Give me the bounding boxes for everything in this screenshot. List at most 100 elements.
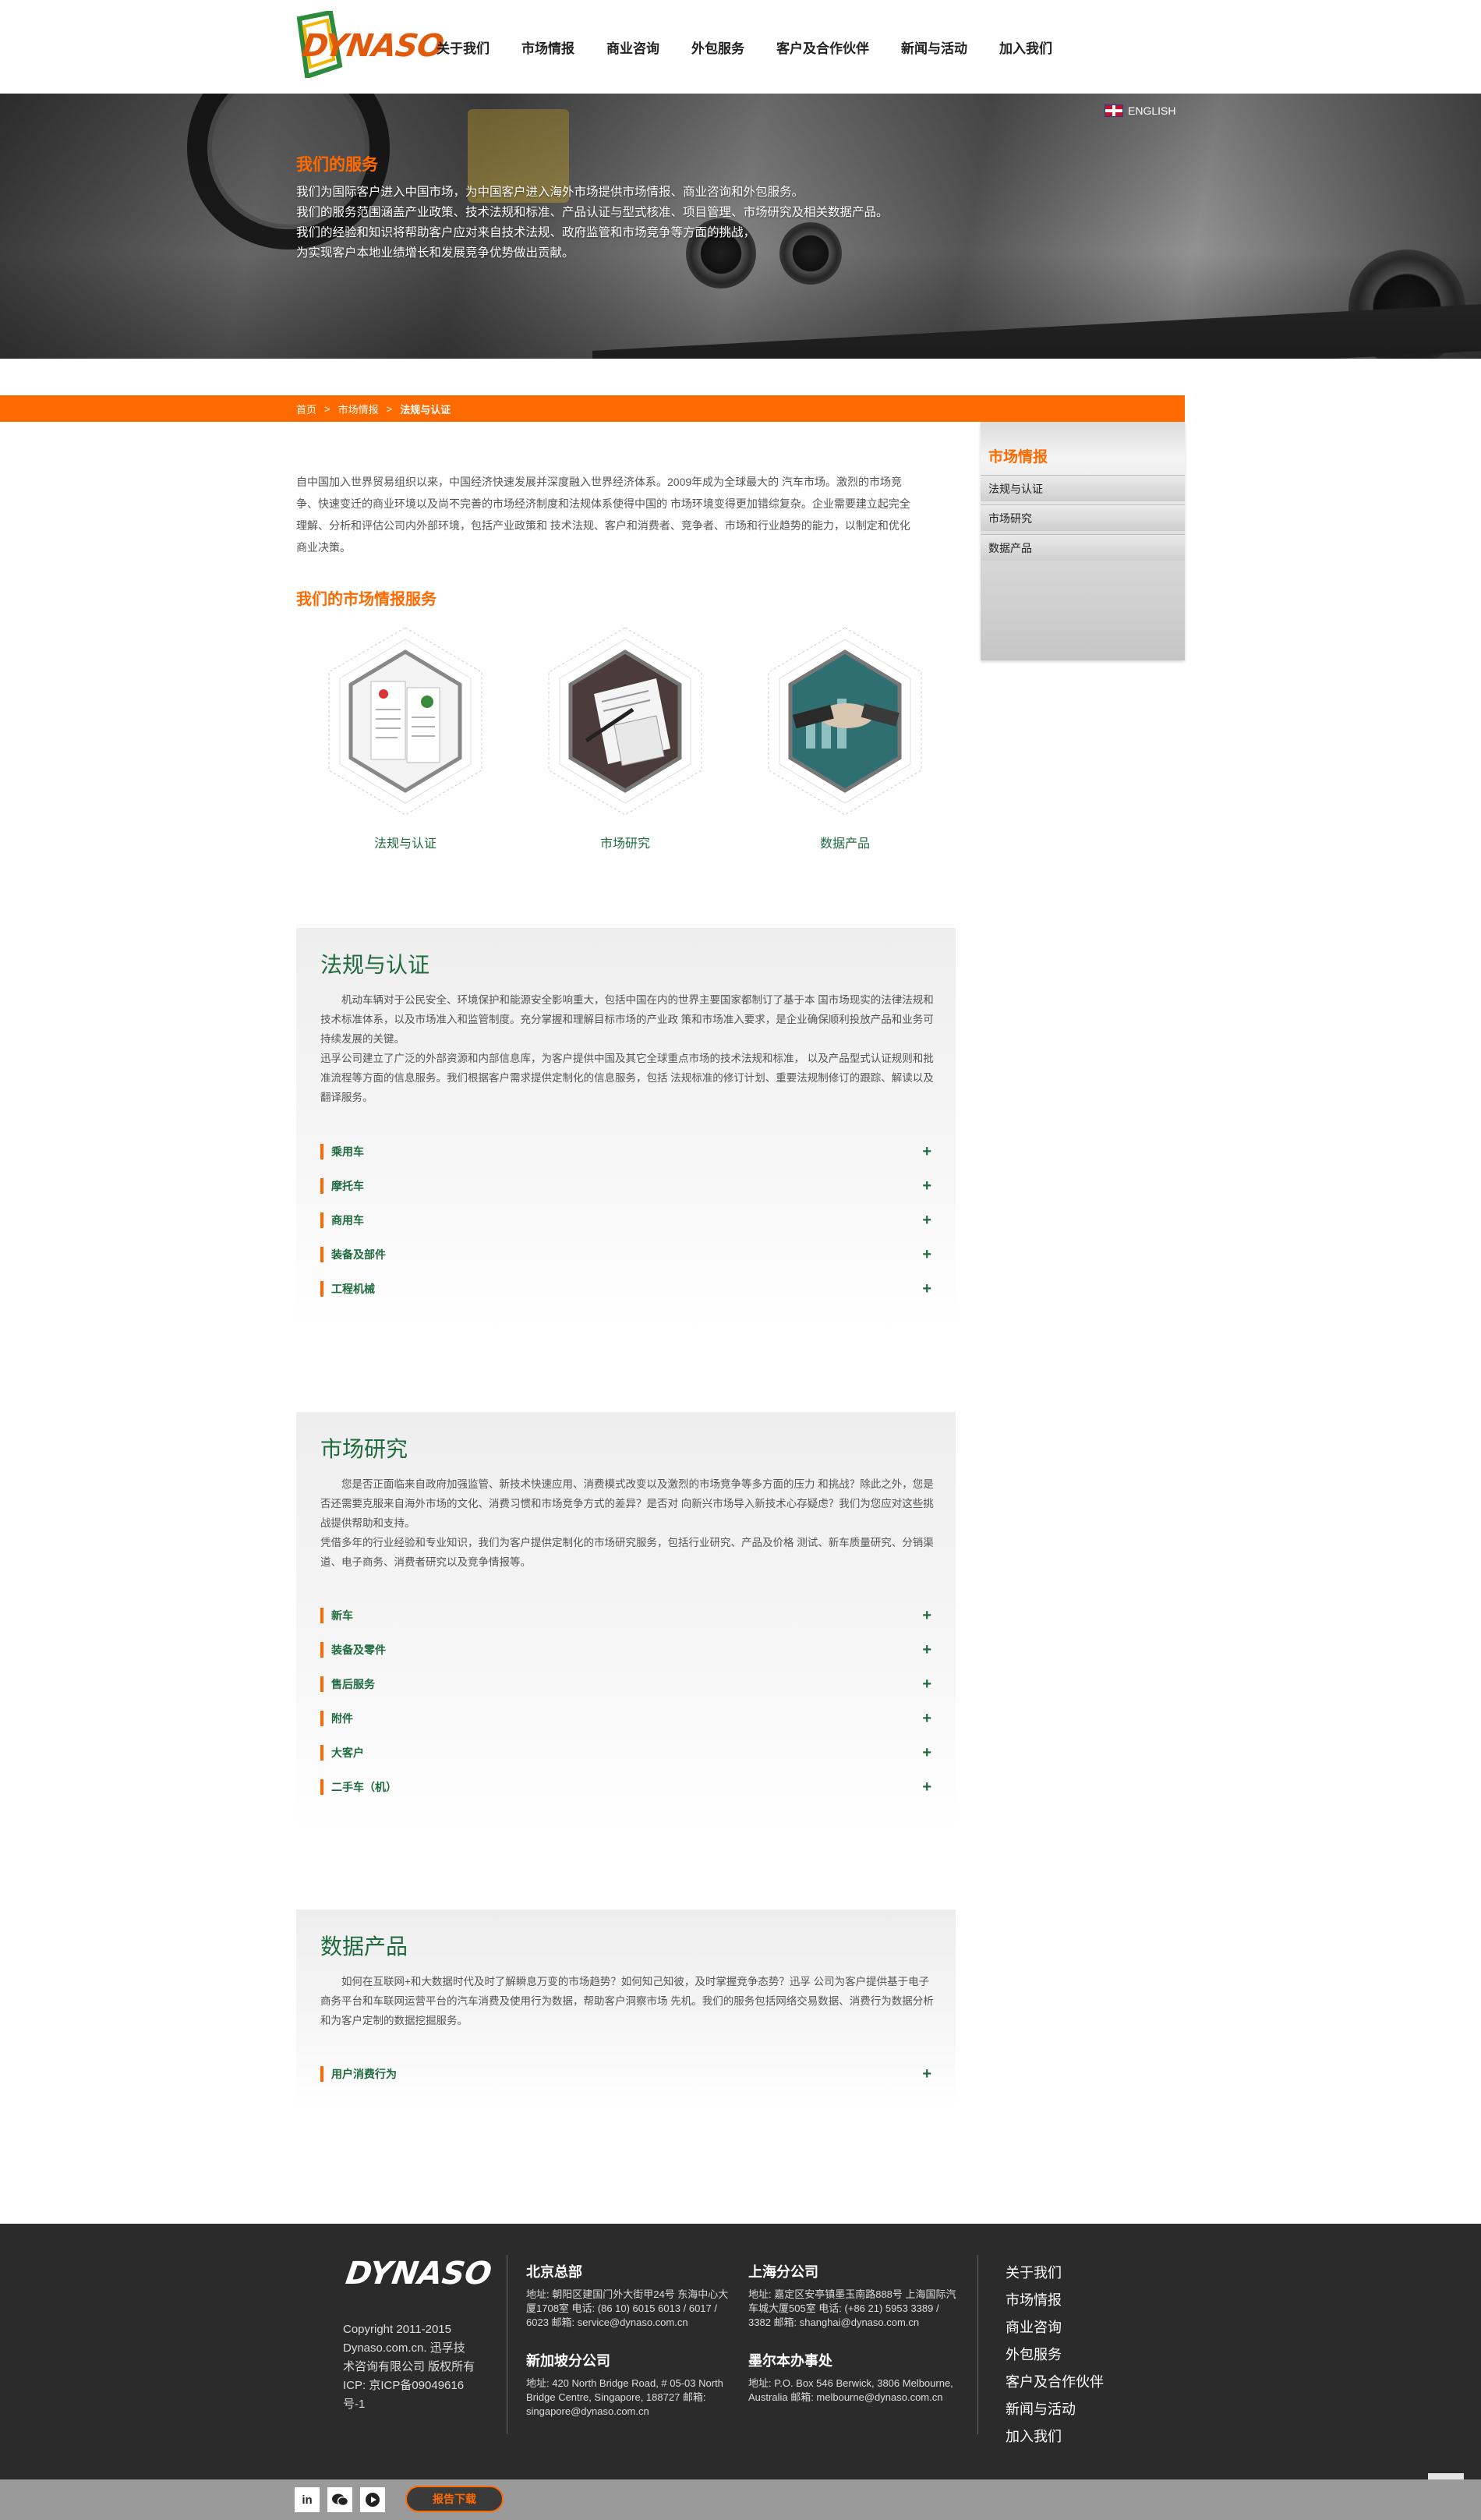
office-beijing: 北京总部 地址: 朝阳区建国门外大街甲24号 东海中心大厦1708室 电话: (…: [526, 2261, 737, 2330]
site-footer: [0, 2224, 1481, 2479]
bottom-bar: [0, 2479, 1481, 2520]
nav-item-news-events[interactable]: 新闻与活动: [901, 37, 967, 57]
footer-link-news-events[interactable]: 新闻与活动: [1006, 2396, 1104, 2423]
accordion-label: 摩托车: [331, 1180, 364, 1192]
nav-item-about[interactable]: 关于我们: [437, 37, 490, 57]
logo-text: DYNASO: [299, 28, 446, 64]
breadcrumb-separator: >: [386, 402, 393, 415]
sidebar-item-regulations[interactable]: 法规与认证: [981, 475, 1185, 501]
plus-icon[interactable]: +: [922, 1247, 931, 1262]
accordion-item-equipment-parts[interactable]: 装备及部件 +: [320, 1247, 931, 1262]
office-melbourne: 墨尔本办事处 地址: P.O. Box 546 Berwick, 3806 Me…: [748, 2350, 959, 2405]
office-name: 新加坡分公司: [526, 2353, 610, 2369]
service-card-data-products[interactable]: [759, 624, 931, 819]
office-name: 上海分公司: [748, 2264, 818, 2280]
footer-link-outsourcing[interactable]: 外包服务: [1006, 2341, 1104, 2369]
plus-icon[interactable]: +: [922, 1642, 931, 1658]
sidebar-item-market-research[interactable]: 市场研究: [981, 504, 1185, 531]
section-regulations: 法规与认证 机动车辆对于公民安全、环境保护和能源安全影响重大，包括中国在内的世界…: [296, 928, 956, 1333]
sidebar-item-data-products[interactable]: 数据产品: [981, 534, 1185, 561]
intro-text: 自中国加入世界贸易组织以来，中国经济快速发展并深度融入世界经济体系。2009年成…: [296, 476, 910, 554]
accordion-label: 新车: [331, 1609, 353, 1622]
accordion-item-equipment-parts[interactable]: 装备及零件 +: [320, 1642, 931, 1658]
play-icon[interactable]: [360, 2487, 385, 2512]
section-paragraph: 如何在互联网+和大数据时代及时了解瞬息万变的市场趋势？如何知己知彼，及时掌握竞争…: [320, 1976, 934, 2026]
section-title: 法规与认证: [320, 953, 430, 977]
accordion-item-aftersales[interactable]: 售后服务 +: [320, 1676, 931, 1692]
linkedin-icon[interactable]: in: [295, 2487, 320, 2512]
nav-item-clients-partners[interactable]: 客户及合作伙伴: [776, 37, 869, 57]
document-review-image: [548, 627, 702, 816]
accordion-item-passenger-car[interactable]: 乘用车 +: [320, 1144, 931, 1159]
sidebar: 市场情报 法规与认证 市场研究 数据产品: [981, 422, 1185, 660]
breadcrumb-bar: [0, 395, 1185, 422]
breadcrumb-section[interactable]: 市场情报: [338, 402, 379, 416]
dynaso-logo[interactable]: DYNASO: [296, 11, 446, 78]
section-title: 市场研究: [320, 1437, 408, 1461]
office-name: 北京总部: [526, 2264, 582, 2280]
plus-icon[interactable]: +: [922, 1779, 931, 1795]
office-name: 墨尔本办事处: [748, 2353, 832, 2369]
service-label-market-research[interactable]: 市场研究: [539, 833, 711, 851]
footer-link-market-intelligence[interactable]: 市场情报: [1006, 2287, 1104, 2314]
section-text: 如何在互联网+和大数据时代及时了解瞬息万变的市场趋势？如何知己知彼，及时掌握竞争…: [320, 1972, 935, 2030]
banner-line: 为实现客户本地业绩增长和发展竞争优势做出贡献。: [296, 246, 574, 260]
accordion-label: 大客户: [331, 1747, 364, 1759]
accordion-item-commercial-vehicle[interactable]: 商用车 +: [320, 1212, 931, 1228]
plus-icon[interactable]: +: [922, 1608, 931, 1623]
accordion-item-key-accounts[interactable]: 大客户 +: [320, 1745, 931, 1761]
office-details: 地址: 朝阳区建国门外大街甲24号 东海中心大厦1708室 电话: (86 10…: [526, 2288, 729, 2328]
wechat-icon[interactable]: [327, 2487, 352, 2512]
accordion-label: 装备及部件: [331, 1248, 386, 1261]
accordion-item-used-car[interactable]: 二手车（机） +: [320, 1779, 931, 1795]
plus-icon[interactable]: +: [922, 1745, 931, 1761]
footer-link-join-us[interactable]: 加入我们: [1006, 2423, 1104, 2451]
accordion-label: 工程机械: [331, 1283, 375, 1295]
service-label-regulations[interactable]: 法规与认证: [320, 833, 491, 851]
accordion-item-accessories[interactable]: 附件 +: [320, 1711, 931, 1726]
nav-item-outsourcing[interactable]: 外包服务: [691, 37, 744, 57]
accordion-label: 附件: [331, 1712, 353, 1725]
plus-icon[interactable]: +: [922, 1212, 931, 1228]
sidebar-title: 市场情报: [988, 449, 1048, 465]
section-paragraph: 迅孚公司建立了广泛的外部资源和内部信息库，为客户提供中国及其它全球重点市场的技术…: [320, 1053, 934, 1103]
service-card-regulations[interactable]: [320, 624, 491, 819]
nav-item-consulting[interactable]: 商业咨询: [606, 37, 659, 57]
certificate-image: [328, 627, 482, 816]
section-paragraph: 您是否正面临来自政府加强监管、新技术快速应用、消费模式改变以及激烈的市场竞争等多…: [320, 1478, 934, 1529]
accordion-item-new-car[interactable]: 新车 +: [320, 1608, 931, 1623]
plus-icon[interactable]: +: [922, 2066, 931, 2082]
footer-link-clients-partners[interactable]: 客户及合作伙伴: [1006, 2369, 1104, 2396]
plus-icon[interactable]: +: [922, 1144, 931, 1159]
accordion-label: 用户消费行为: [331, 2068, 397, 2080]
accordion-item-motorcycle[interactable]: 摩托车 +: [320, 1178, 931, 1194]
footer-logo[interactable]: DYNASO: [344, 2256, 494, 2292]
breadcrumb: 首页 > 市场情报 > 法规与认证: [296, 395, 451, 422]
section-market-research: 市场研究 您是否正面临来自政府加强监管、新技术快速应用、消费模式改变以及激烈的市…: [296, 1412, 956, 1833]
nav-item-market-intelligence[interactable]: 市场情报: [521, 37, 574, 57]
office-details: 地址: P.O. Box 546 Berwick, 3806 Melbourne…: [748, 2377, 953, 2403]
footer-links: 关于我们 市场情报 商业咨询 外包服务 客户及合作伙伴 新闻与活动 加入我们: [1006, 2260, 1104, 2451]
accordion-item-consumer-behavior[interactable]: 用户消费行为 +: [320, 2066, 931, 2082]
footer-link-consulting[interactable]: 商业咨询: [1006, 2314, 1104, 2341]
office-details: 地址: 420 North Bridge Road, # 05-03 North…: [526, 2377, 723, 2417]
accordion-label: 商用车: [331, 1214, 364, 1226]
banner-text: 我们为国际客户进入中国市场，为中国客户进入海外市场提供市场情报、商业咨询和外包服…: [296, 182, 904, 264]
accordion-label: 售后服务: [331, 1678, 375, 1690]
plus-icon[interactable]: +: [922, 1281, 931, 1297]
plus-icon[interactable]: +: [922, 1676, 931, 1692]
plus-icon[interactable]: +: [922, 1178, 931, 1194]
nav-item-join-us[interactable]: 加入我们: [999, 37, 1052, 57]
footer-link-about[interactable]: 关于我们: [1006, 2260, 1104, 2287]
banner-line: 我们的经验和知识将帮助客户应对来自技术法规、政府监管和市场竞争等方面的挑战，: [296, 226, 756, 239]
footer-copyright: Copyright 2011-2015 Dynaso.com.cn. 迅孚技术咨…: [343, 2323, 475, 2411]
accordion-item-construction-machinery[interactable]: 工程机械 +: [320, 1281, 931, 1297]
breadcrumb-home[interactable]: 首页: [296, 402, 316, 416]
report-download-button[interactable]: 报告下载: [405, 2486, 504, 2512]
plus-icon[interactable]: +: [922, 1711, 931, 1726]
service-label-data-products[interactable]: 数据产品: [759, 833, 931, 851]
uk-flag-icon: [1105, 104, 1123, 117]
language-switch[interactable]: ENGLISH: [1105, 104, 1175, 117]
service-card-market-research[interactable]: [539, 624, 711, 819]
section-paragraph: 机动车辆对于公民安全、环境保护和能源安全影响重大，包括中国在内的世界主要国家都制…: [320, 994, 934, 1045]
